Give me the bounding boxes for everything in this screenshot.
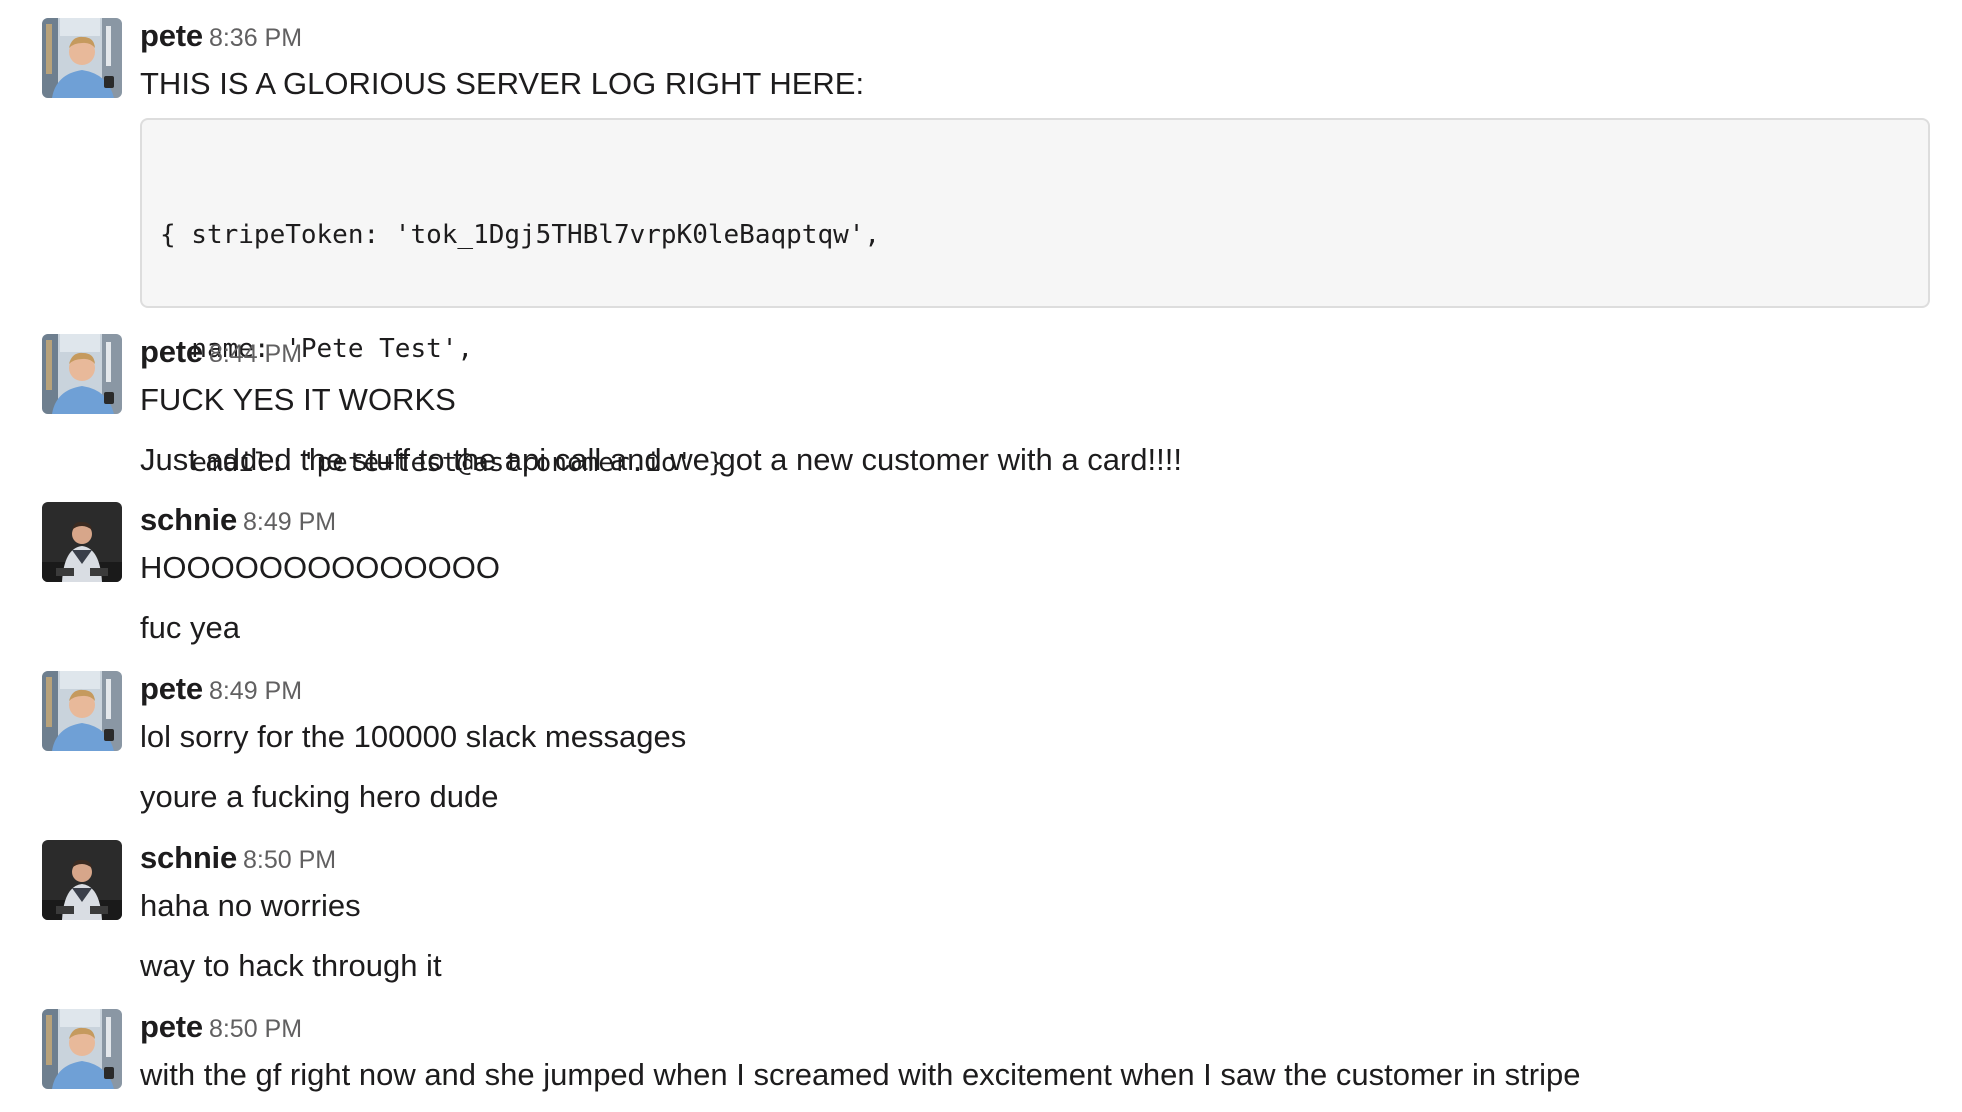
avatar-photo-schnie-icon [42,502,122,582]
message-text: fuc yea [140,610,240,645]
username[interactable]: pete [140,334,203,369]
avatar-pete[interactable] [42,334,122,414]
message-text: lol sorry for the 100000 slack messages [140,719,687,754]
timestamp[interactable]: 8:50 PM [243,846,336,874]
timestamp[interactable]: 8:50 PM [209,1015,302,1043]
username[interactable]: pete [140,18,203,53]
username[interactable]: pete [140,1009,203,1044]
message-header: pete 8:36 PM [140,18,302,58]
timestamp[interactable]: 8:49 PM [243,508,336,536]
timestamp[interactable]: 8:44 PM [209,340,302,368]
avatar-pete[interactable] [42,18,122,98]
message-header: pete 8:50 PM [140,1009,302,1049]
code-line: name: 'Pete Test', [160,334,474,364]
message-text: way to hack through it [140,948,442,983]
message-text: haha no worries [140,888,361,923]
message-header: schnie 8:49 PM [140,502,336,542]
avatar-photo-pete-icon [42,1009,122,1089]
code-line: { stripeToken: 'tok_1Dgj5THBl7vrpK0leBaq… [160,220,881,250]
message-text: FUCK YES IT WORKS [140,382,456,417]
avatar-photo-pete-icon [42,671,122,751]
message-text: with the gf right now and she jumped whe… [140,1057,1581,1092]
message-header: pete 8:49 PM [140,671,302,711]
username[interactable]: schnie [140,502,237,537]
avatar-pete[interactable] [42,1009,122,1089]
avatar-photo-pete-icon [42,18,122,98]
username[interactable]: pete [140,671,203,706]
timestamp[interactable]: 8:36 PM [209,24,302,52]
code-block: { stripeToken: 'tok_1Dgj5THBl7vrpK0leBaq… [140,118,1930,478]
message-header: schnie 8:50 PM [140,840,336,880]
avatar-schnie[interactable] [42,502,122,582]
avatar-pete[interactable] [42,671,122,751]
message-text: HOOOOOOOOOOOOOO [140,550,500,585]
avatar-photo-schnie-icon [42,840,122,920]
username[interactable]: schnie [140,840,237,875]
message-text: youre a fucking hero dude [140,779,499,814]
avatar-photo-pete-icon [42,334,122,414]
message-text: THIS IS A GLORIOUS SERVER LOG RIGHT HERE… [140,66,865,101]
message-text: Just added the stuff to the api call and… [140,442,1182,477]
message-header: pete 8:44 PM [140,334,302,374]
timestamp[interactable]: 8:49 PM [209,677,302,705]
avatar-schnie[interactable] [42,840,122,920]
